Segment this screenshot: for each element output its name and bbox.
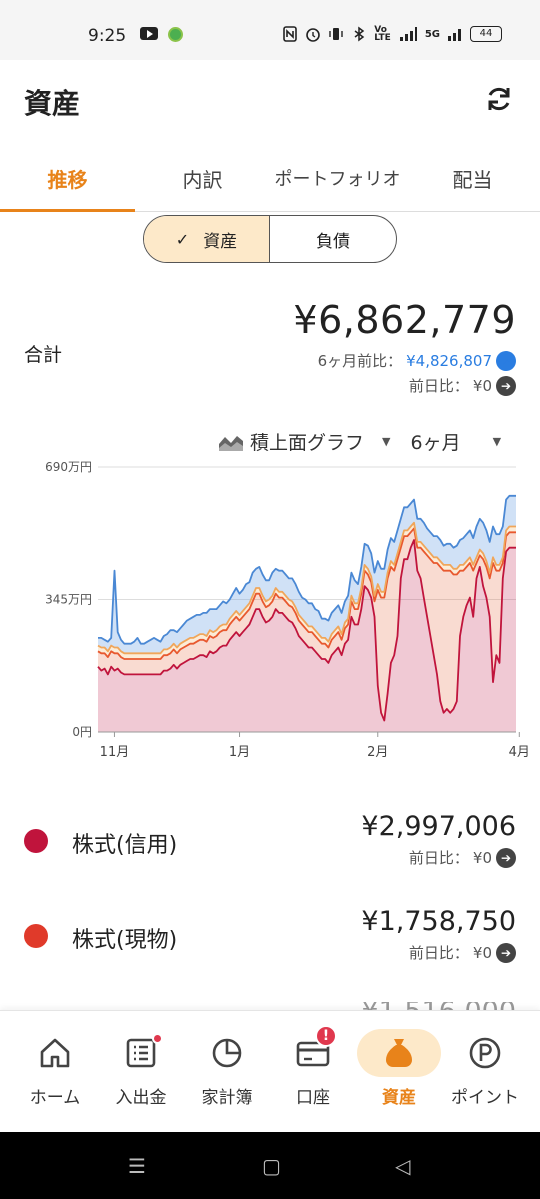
series-color-dot — [24, 829, 48, 853]
refresh-icon[interactable] — [484, 84, 514, 114]
volte-icon: Vo LTE — [374, 25, 391, 43]
moneybag-icon — [386, 1039, 412, 1067]
nav-assets[interactable]: 資産 — [354, 1029, 444, 1119]
asset-stacked-area-chart[interactable]: 0円345万円690万円11月1月2月4月5月 — [0, 455, 540, 775]
nav-label: ホーム — [29, 1088, 81, 1108]
assets-segment-label: 資産 — [203, 231, 238, 252]
arrow-up-right-icon: ↗ — [496, 350, 516, 371]
area-chart-icon — [219, 435, 243, 451]
nav-label: 口座 — [296, 1088, 330, 1108]
delta-value: ¥0 — [472, 943, 492, 962]
legend-row-cash-stocks[interactable]: 株式(現物) ¥1,758,750 前日比： ¥0 ➔ — [0, 900, 540, 980]
six-month-change[interactable]: 6ヶ月前比： ¥4,826,807 ↗ — [318, 350, 516, 371]
chart-controls: 積上面グラフ ▼ 6ヶ月 ▼ — [218, 428, 501, 455]
total-label: 合計 — [24, 344, 63, 366]
bluetooth-icon — [354, 26, 365, 42]
delta-label: 前日比： — [408, 849, 469, 867]
series-delta: 前日比： ¥0 ➔ — [409, 847, 516, 868]
arrow-right-icon: ➔ — [496, 847, 516, 868]
system-navigation-bar: ☰ ▢ ◁ — [0, 1132, 540, 1199]
series-name: 株式(信用) — [72, 833, 178, 858]
liabilities-segment[interactable]: 負債 — [270, 216, 396, 262]
home-button-icon[interactable]: ▢ — [262, 1154, 281, 1178]
graph-type-label: 積上面グラフ — [250, 432, 365, 454]
tab-bar: 推移 内訳 ポートフォリオ 配当 — [0, 144, 540, 212]
y-tick-label: 0円 — [72, 725, 92, 739]
nav-deposits[interactable]: 入出金 — [96, 1029, 186, 1119]
tab-transition[interactable]: 推移 — [0, 144, 135, 212]
x-tick-label: 2月 — [367, 745, 388, 760]
series-color-dot — [24, 924, 48, 948]
network-label: 5G — [424, 28, 440, 40]
nav-label: 家計簿 — [201, 1088, 253, 1108]
x-tick-label: 1月 — [229, 745, 250, 760]
check-icon: ✓ — [175, 229, 190, 249]
x-tick-label: 11月 — [100, 745, 130, 760]
liabilities-segment-label: 負債 — [316, 231, 350, 252]
x-tick-label: 4月 — [509, 745, 530, 760]
nfc-icon — [283, 26, 298, 42]
six-month-label: 6ヶ月前比： — [317, 352, 403, 370]
y-tick-label: 345万円 — [45, 593, 92, 607]
nav-label: 資産 — [382, 1088, 416, 1108]
series-delta: 前日比： ¥0 ➔ — [409, 942, 516, 963]
delta-value: ¥0 — [472, 848, 492, 867]
prev-day-value: ¥0 — [472, 376, 492, 395]
series-amount: ¥1,758,750 — [361, 906, 516, 937]
nav-household[interactable]: 家計簿 — [182, 1029, 272, 1119]
y-tick-label: 690万円 — [45, 460, 92, 474]
globe-icon — [168, 27, 183, 42]
home-icon — [40, 1038, 70, 1068]
app-header: 資産 — [0, 60, 540, 144]
tab-dividend[interactable]: 配当 — [405, 144, 540, 212]
arrow-right-icon: ➔ — [496, 375, 516, 396]
signal2-icon — [448, 29, 461, 41]
page-title: 資産 — [24, 87, 81, 120]
period-label: 6ヶ月 — [410, 432, 461, 454]
notification-dot — [152, 1033, 163, 1044]
total-value: ¥6,862,779 — [293, 298, 516, 342]
recents-icon[interactable]: ☰ — [128, 1154, 146, 1178]
points-icon — [469, 1037, 501, 1069]
series-amount: ¥2,997,006 — [361, 811, 516, 842]
graph-type-dropdown[interactable]: 積上面グラフ ▼ — [218, 428, 390, 455]
alarm-icon — [306, 28, 321, 42]
vibrate-icon — [329, 28, 343, 40]
dropdown-arrow-icon: ▼ — [382, 435, 391, 448]
alert-badge: ! — [315, 1025, 337, 1047]
assets-segment[interactable]: ✓ 資産 — [144, 216, 270, 262]
prev-day-label: 前日比： — [408, 377, 469, 395]
status-time: 9:25 — [88, 26, 127, 46]
tab-breakdown[interactable]: 内訳 — [135, 144, 270, 212]
nav-label: 入出金 — [115, 1088, 167, 1108]
legend-row-margin-stocks[interactable]: 株式(信用) ¥2,997,006 前日比： ¥0 ➔ — [0, 805, 540, 885]
prev-day-change[interactable]: 前日比： ¥0 ➔ — [409, 375, 516, 396]
arrow-right-icon: ➔ — [496, 942, 516, 963]
tab-portfolio[interactable]: ポートフォリオ — [260, 144, 415, 212]
youtube-icon — [140, 27, 158, 40]
nav-accounts[interactable]: ! 口座 — [268, 1025, 358, 1119]
signal-icon — [399, 27, 417, 41]
dropdown-arrow-icon: ▼ — [492, 435, 502, 448]
nav-points[interactable]: ポイント — [440, 1029, 530, 1119]
tab-underline — [0, 209, 135, 212]
nav-home[interactable]: ホーム — [10, 1029, 100, 1119]
back-icon[interactable]: ◁ — [395, 1154, 410, 1178]
pie-icon — [212, 1038, 242, 1068]
period-dropdown[interactable]: 6ヶ月 ▼ — [410, 428, 501, 455]
asset-liability-toggle: ✓ 資産 負債 — [143, 215, 397, 263]
status-bar: 9:25 Vo LTE 5G 44 — [0, 0, 540, 60]
nav-label: ポイント — [451, 1088, 519, 1108]
series-name: 株式(現物) — [72, 928, 178, 953]
battery-indicator: 44 — [470, 26, 502, 42]
six-month-value: ¥4,826,807 — [406, 351, 492, 370]
delta-label: 前日比： — [408, 944, 469, 962]
bottom-navigation: ホーム 入出金 家計簿 ! 口座 資産 ポイント — [0, 1010, 540, 1132]
